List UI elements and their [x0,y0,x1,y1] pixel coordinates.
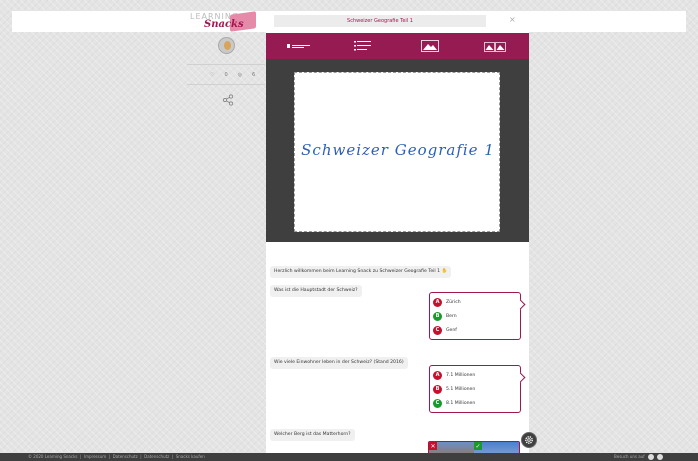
option-c[interactable]: C Genf [433,323,517,337]
learning-snacks-nav-icon[interactable] [284,33,314,59]
chat-message-q2: Wie viele Einwohner leben in der Schweiz… [270,357,408,369]
correct-icon: ✓ [474,442,482,450]
footer-link-impressum[interactable]: Impressum [84,454,106,459]
snack-modal: Schweizer Geografie Teil 1 × Schweizer G… [266,11,529,461]
close-button[interactable]: × [509,14,516,26]
image-icon[interactable] [418,33,442,59]
footer: © 2020 Learning Snacks | Impressum | Dat… [0,453,698,461]
option-letter: A [433,297,442,307]
views-count: 6 [252,72,256,78]
modal-toolbar [266,33,529,59]
heart-icon[interactable]: ♡ [210,72,214,78]
gallery-icon[interactable] [482,33,508,59]
footer-link-datenschutz[interactable]: Datenschutz [113,454,138,459]
wrong-icon: ✕ [429,442,437,450]
divider [187,84,265,85]
footer-links: © 2020 Learning Snacks | Impressum | Dat… [28,454,205,459]
avatar[interactable] [218,37,235,54]
modal-header: Schweizer Geografie Teil 1 × [266,11,529,33]
footer-link-snacks-kaufen[interactable]: Snacks kaufen [176,454,205,459]
chat-area: Herzlich willkommen beim Learning Snack … [266,242,529,461]
option-letter: C [433,325,442,335]
chat-message-q1: Was ist die Hauptstadt der Schweiz? [270,285,362,297]
modal-title: Schweizer Geografie Teil 1 [274,15,486,27]
list-nav-icon[interactable] [351,33,375,59]
settings-gear-icon[interactable] [521,432,537,448]
share-icon[interactable] [222,94,234,106]
chat-message-q3: Welcher Berg ist das Matterhorn? [270,429,355,441]
option-a[interactable]: A 7.1 Millionen [433,368,517,382]
profile-column: ♡ 0 ◎ 6 [187,32,265,118]
option-letter: C [433,398,442,408]
option-letter: B [433,311,442,321]
facebook-icon[interactable] [647,454,654,460]
footer-link-datenschutz-2[interactable]: Datenschutz [144,454,169,459]
social-links: Besuch uns auf [614,453,663,461]
option-b[interactable]: B Bern [433,309,517,323]
likes-count: 0 [224,72,228,78]
answer-options-q2: A 7.1 Millionen B 5.1 Millionen C 8.1 Mi… [429,365,521,413]
hand-emoji-icon: ✋ [441,269,448,274]
option-letter: A [433,370,442,380]
copyright: © 2020 Learning Snacks [28,454,78,459]
eye-icon: ◎ [237,72,243,78]
logo-line-2: Snacks [204,19,244,30]
card-title: Schweizer Geografie 1 [301,141,495,159]
learning-snacks-logo[interactable]: LEARNING Snacks [190,11,258,32]
stats: ♡ 0 ◎ 6 [210,72,255,78]
option-b[interactable]: B 5.1 Millionen [433,382,517,396]
option-letter: B [433,384,442,394]
instagram-icon[interactable] [656,454,663,460]
social-label: Besuch uns auf [614,454,645,459]
option-c[interactable]: C 8.1 Millionen [433,396,517,410]
divider [187,64,265,65]
answer-options-q1: A Zürich B Bern C Genf [429,292,521,340]
title-card: Schweizer Geografie 1 [294,72,500,232]
option-a[interactable]: A Zürich [433,295,517,309]
chat-message-greeting: Herzlich willkommen beim Learning Snack … [270,266,452,278]
card-stage: Schweizer Geografie 1 [266,59,529,242]
